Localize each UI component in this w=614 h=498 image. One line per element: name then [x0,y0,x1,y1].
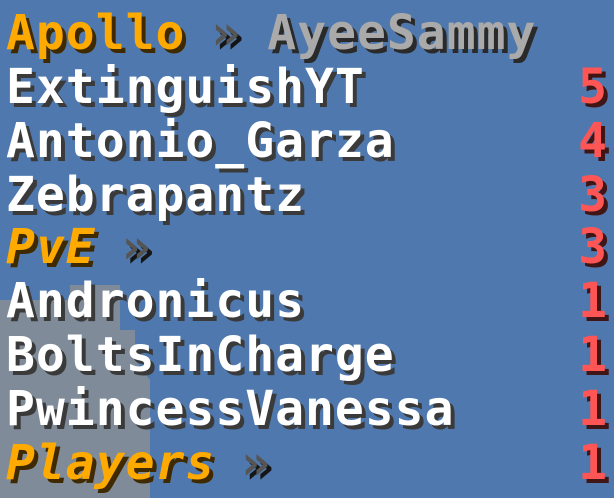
player-name: AyeeSammy [267,5,537,61]
list-item: Antonio_Garza 4 [0,114,614,168]
entry-name: Andronicus [6,273,305,329]
list-item: ExtinguishYT 5 [0,60,614,114]
section-score: 1 [578,435,608,491]
section-label: PvE [6,219,96,275]
scoreboard-header: Apollo » AyeeSammy [0,6,614,60]
server-name: Apollo [6,5,186,61]
entry-name: BoltsInCharge [6,327,395,383]
entry-score: 4 [578,113,608,169]
list-item: PwincessVanessa 1 [0,382,614,436]
separator-icon: » [121,219,152,275]
list-item: Zebrapantz 3 [0,168,614,222]
section-pve: PvE » 3 [0,220,614,274]
section-players: Players » 1 [0,436,614,490]
entry-score: 3 [578,167,608,223]
separator-icon: » [211,5,242,61]
entry-score: 5 [578,59,608,115]
entry-name: Zebrapantz [6,167,305,223]
section-score: 3 [578,219,608,275]
scoreboard-panel: Apollo » AyeeSammy ExtinguishYT 5 Antonio_… [0,0,614,498]
entry-score: 1 [578,273,608,329]
entry-name: PwincessVanessa [6,381,455,437]
entry-score: 1 [578,381,608,437]
list-item: BoltsInCharge 1 [0,328,614,382]
separator-icon: » [241,435,272,491]
entry-name: Antonio_Garza [6,113,395,169]
list-item: Andronicus 1 [0,274,614,328]
entry-name: ExtinguishYT [6,59,365,115]
entry-score: 1 [578,327,608,383]
section-label: Players [6,435,216,491]
